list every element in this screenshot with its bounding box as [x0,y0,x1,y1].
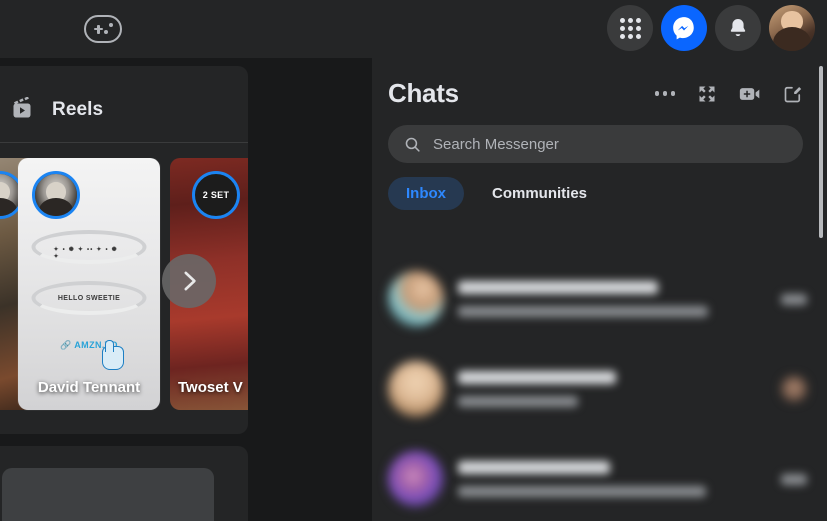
nav-actions [607,5,815,51]
chat-list-item[interactable] [372,254,827,344]
creator-avatar[interactable]: 2 SET [192,171,240,219]
reels-carousel: ✦ • ✺ ✦ •• ✦ • ✺ ✦ HELLO SWEETIE 🔗 AMZN.… [0,158,248,426]
reel-card[interactable]: ✦ • ✺ ✦ •• ✦ • ✺ ✦ HELLO SWEETIE 🔗 AMZN.… [18,158,160,410]
chat-item-meta [771,293,807,305]
chat-item-meta [781,376,807,402]
chat-list-item[interactable] [372,434,827,521]
grid-menu-icon [619,17,641,39]
avatar [388,451,444,507]
chat-item-text [458,281,757,317]
reels-label: Reels [52,99,104,120]
options-button[interactable] [654,91,675,96]
messenger-button[interactable] [661,5,707,51]
message-thumbnail [781,376,807,402]
reel-overlay-text: HELLO SWEETIE [57,295,121,302]
profile-avatar[interactable] [769,5,815,51]
chat-item-preview [458,396,578,407]
chat-list-item[interactable] [372,344,827,434]
tab-inbox[interactable]: Inbox [388,177,464,210]
expand-icon [699,86,715,101]
chat-item-text [458,371,767,407]
reels-clapper-icon [12,96,40,123]
hand-cursor-icon [102,340,124,370]
chat-item-text [458,461,757,497]
gaming-nav-item[interactable] [84,15,122,43]
chats-panel: Chats Search Messenger Inbox Communities [372,58,827,521]
video-call-icon [739,87,760,100]
avatar [388,271,444,327]
tab-communities[interactable]: Communities [474,177,605,210]
creator-avatar[interactable] [32,171,80,219]
chats-header-actions [654,84,804,104]
carousel-next-button[interactable] [162,254,216,308]
chat-item-preview [458,306,708,317]
search-container [372,109,827,163]
compose-icon [784,86,802,102]
chat-item-name [458,281,658,294]
panel-scrollbar[interactable] [819,66,823,238]
compose-button[interactable] [783,84,803,104]
chats-tabs: Inbox Communities [372,163,827,210]
chat-list [372,254,827,521]
search-input[interactable] [433,135,787,153]
chat-item-name [458,461,610,474]
top-navigation-bar [0,0,827,58]
options-icon [654,91,675,96]
card-placeholder [2,468,214,521]
reels-header: Reels [0,66,248,132]
reel-title: David Tennant [37,379,141,396]
chevron-right-icon [184,271,196,291]
expand-button[interactable] [697,84,717,104]
reel-title: Twoset V [178,379,243,396]
bell-icon [730,19,746,36]
chat-item-timestamp [781,473,807,485]
reels-card: Reels ✦ • ✺ ✦ •• ✦ • ✺ ✦ HELLO SWEETIE 🔗… [0,66,248,434]
chats-header: Chats [372,58,827,109]
messenger-icon [673,17,694,40]
chat-item-name [458,371,616,384]
notifications-button[interactable] [715,5,761,51]
reel-overlay-text: ✦ • ✺ ✦ •• ✦ • ✺ ✦ [53,247,118,260]
reel-badge-label: 2 SET [202,190,230,200]
feed-content-area: Reels ✦ • ✺ ✦ •• ✦ • ✺ ✦ HELLO SWEETIE 🔗… [0,58,372,521]
divider [0,142,248,143]
page-title: Chats [388,78,459,108]
search-icon [405,137,420,152]
gamepad-icon[interactable] [84,15,122,43]
chat-item-preview [458,486,706,497]
next-feed-card [0,446,248,521]
chat-item-meta [771,473,807,485]
messenger-screen: Reels ✦ • ✺ ✦ •• ✦ • ✺ ✦ HELLO SWEETIE 🔗… [0,0,827,521]
menu-button[interactable] [607,5,653,51]
avatar [388,361,444,417]
search-bar[interactable] [388,125,803,163]
video-call-button[interactable] [739,84,761,104]
chat-item-timestamp [781,293,807,305]
link-icon: 🔗 [60,340,72,350]
